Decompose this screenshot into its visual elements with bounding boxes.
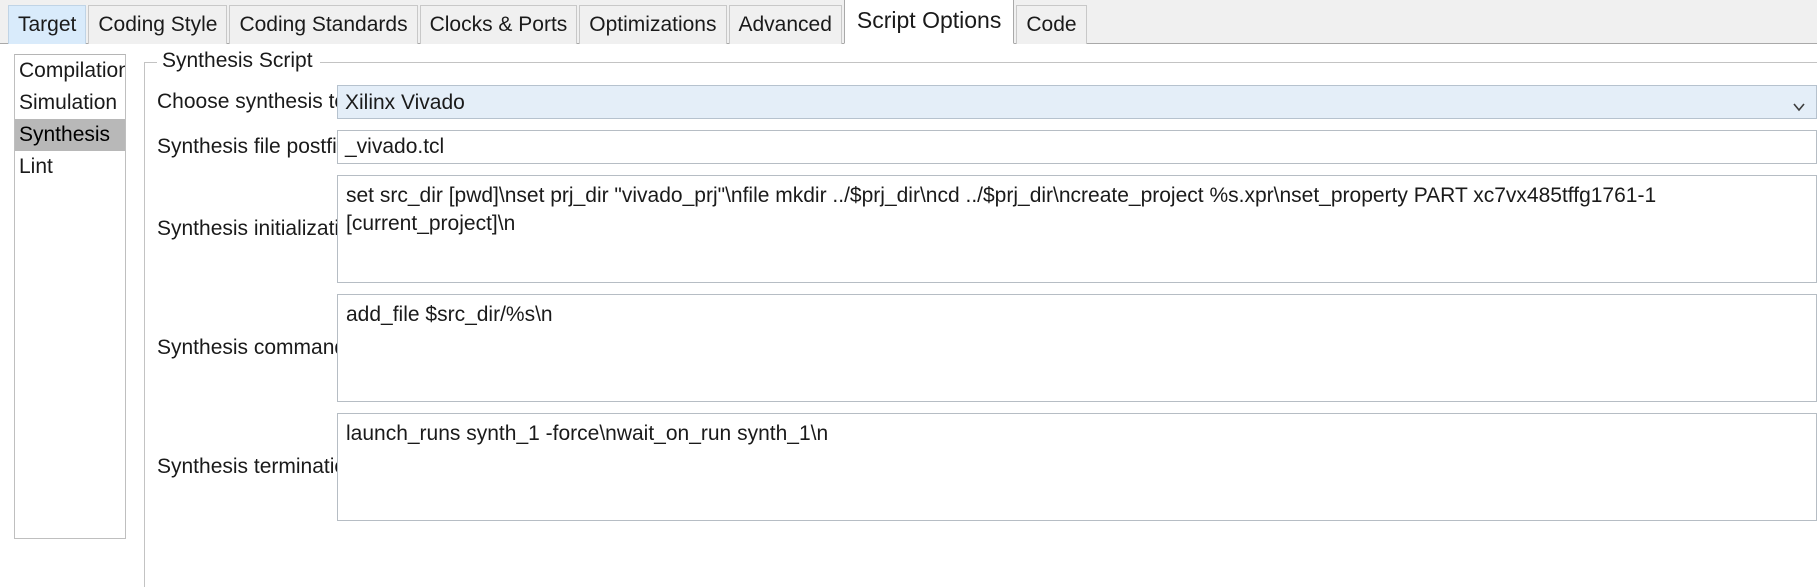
panel-script-options: Compilation Simulation Synthesis Lint Sy… (0, 44, 1817, 587)
category-list-container: Compilation Simulation Synthesis Lint (14, 54, 126, 587)
file-postfix-input[interactable]: _vivado.tcl (337, 130, 1817, 164)
row-initialization: Synthesis initialization: set src_dir [p… (145, 175, 1817, 283)
form: Choose synthesis tool: Xilinx Vivado Syn… (145, 63, 1817, 521)
chevron-down-icon[interactable] (1792, 95, 1806, 109)
tab-bar: Target Coding Style Coding Standards Clo… (0, 0, 1817, 44)
label-command: Synthesis command: (145, 336, 337, 359)
tab-optimizations[interactable]: Optimizations (579, 5, 726, 44)
category-item-lint[interactable]: Lint (15, 151, 125, 183)
label-synthesis-tool: Choose synthesis tool: (145, 90, 337, 113)
label-termination: Synthesis termination: (145, 455, 337, 478)
tab-coding-style[interactable]: Coding Style (88, 5, 227, 44)
synthesis-script-group: Synthesis Script Choose synthesis tool: … (144, 62, 1817, 587)
category-item-compilation[interactable]: Compilation (15, 55, 125, 87)
row-synthesis-tool: Choose synthesis tool: Xilinx Vivado (145, 85, 1817, 119)
row-termination: Synthesis termination: launch_runs synth… (145, 413, 1817, 521)
tab-coding-standards[interactable]: Coding Standards (229, 5, 417, 44)
category-list[interactable]: Compilation Simulation Synthesis Lint (14, 54, 126, 539)
synthesis-tool-value: Xilinx Vivado (345, 92, 465, 113)
termination-value: launch_runs synth_1 -force\nwait_on_run … (346, 420, 1808, 448)
tab-script-options[interactable]: Script Options (844, 0, 1014, 44)
tab-target[interactable]: Target (8, 5, 86, 44)
label-initialization: Synthesis initialization: (145, 217, 337, 240)
label-file-postfix: Synthesis file postfix: (145, 135, 337, 158)
synthesis-tool-select[interactable]: Xilinx Vivado (337, 85, 1817, 119)
tab-advanced[interactable]: Advanced (729, 5, 842, 44)
row-file-postfix: Synthesis file postfix: _vivado.tcl (145, 130, 1817, 164)
group-title: Synthesis Script (157, 50, 320, 71)
initialization-value: set src_dir [pwd]\nset prj_dir "vivado_p… (346, 182, 1808, 237)
tab-clocks-ports[interactable]: Clocks & Ports (420, 5, 578, 44)
category-item-simulation[interactable]: Simulation (15, 87, 125, 119)
tab-code[interactable]: Code (1016, 5, 1086, 44)
row-command: Synthesis command: add_file $src_dir/%s\… (145, 294, 1817, 402)
initialization-textarea[interactable]: set src_dir [pwd]\nset prj_dir "vivado_p… (337, 175, 1817, 283)
termination-textarea[interactable]: launch_runs synth_1 -force\nwait_on_run … (337, 413, 1817, 521)
command-value: add_file $src_dir/%s\n (346, 301, 1808, 329)
category-item-synthesis[interactable]: Synthesis (15, 119, 125, 151)
command-textarea[interactable]: add_file $src_dir/%s\n (337, 294, 1817, 402)
file-postfix-value: _vivado.tcl (345, 134, 444, 160)
